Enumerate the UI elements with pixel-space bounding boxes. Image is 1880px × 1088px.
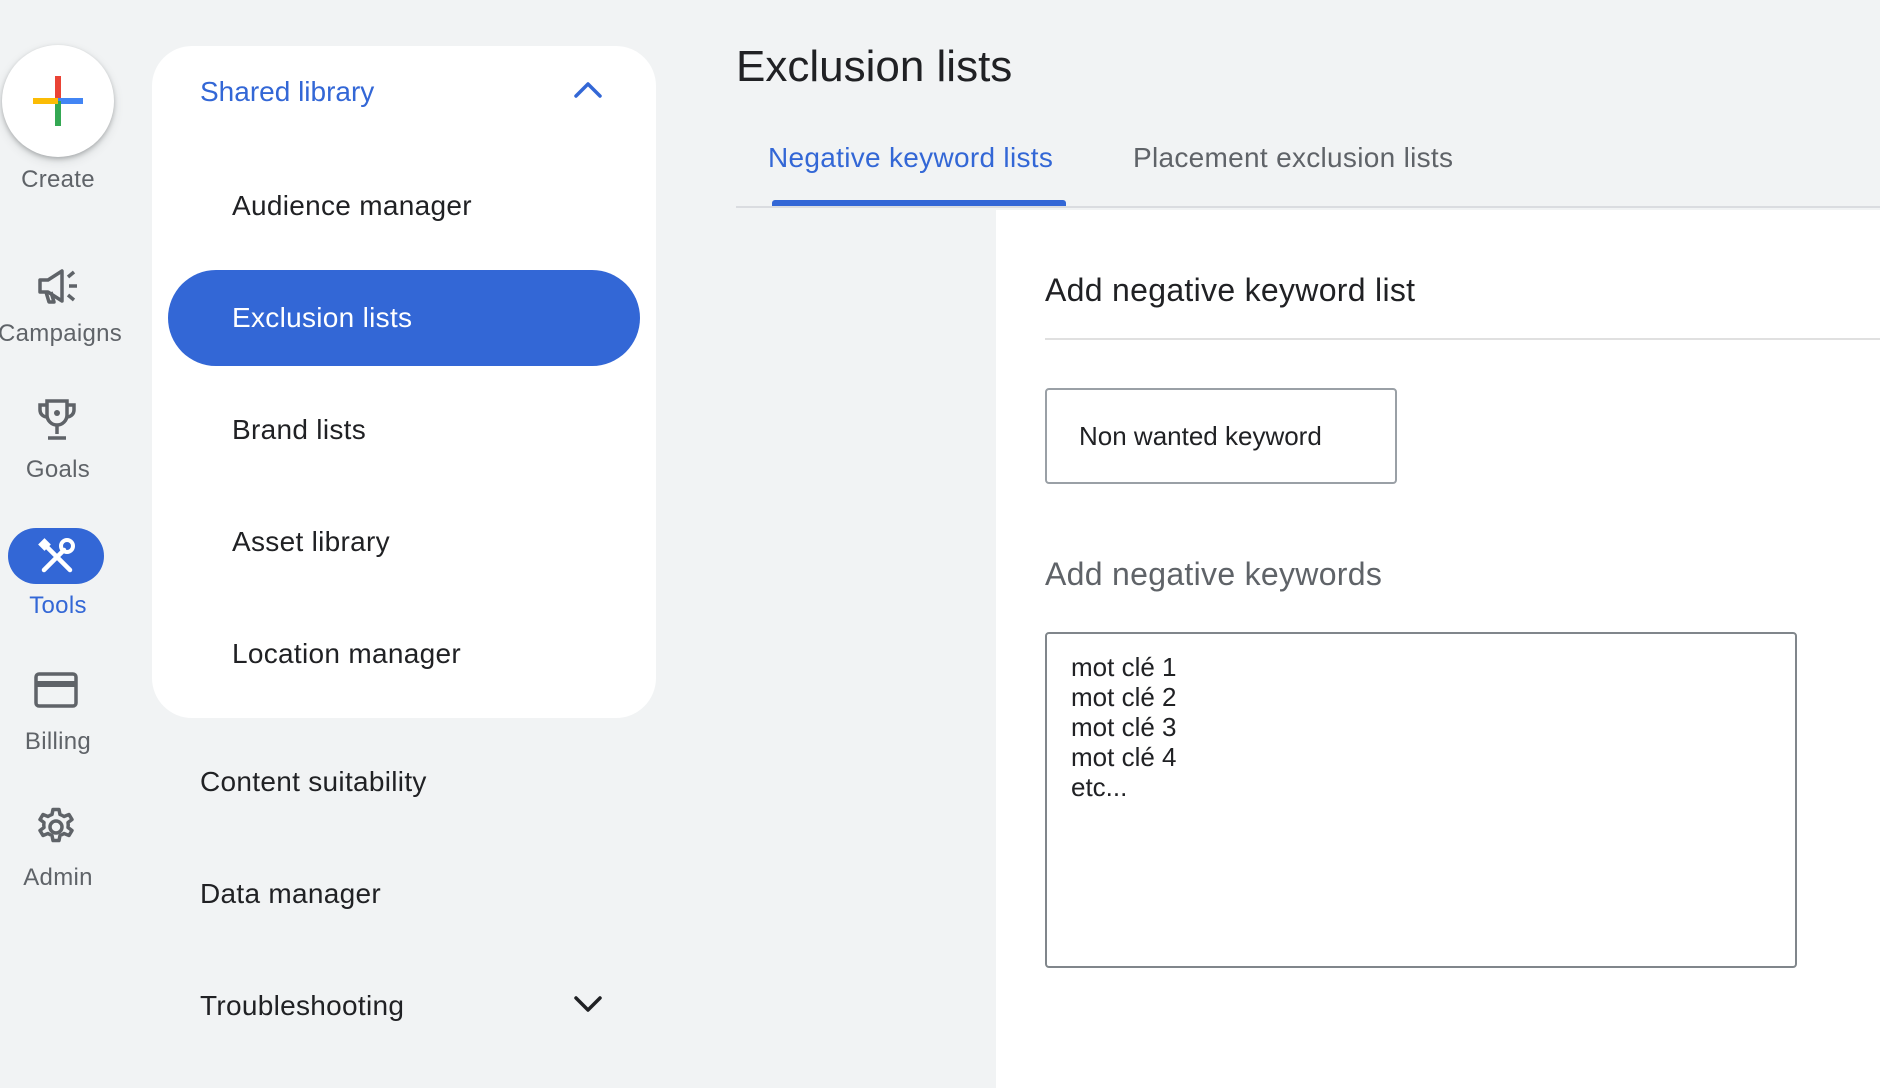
rail-item-label: Campaigns bbox=[0, 320, 123, 347]
create-label: Create bbox=[21, 166, 95, 193]
rail-item-label: Billing bbox=[24, 728, 92, 755]
list-name-input[interactable] bbox=[1045, 388, 1397, 484]
tab-negative-keyword-lists[interactable]: Negative keyword lists bbox=[768, 142, 1053, 174]
nav-item-data-manager[interactable]: Data manager bbox=[200, 878, 381, 910]
left-rail: Create Campaigns Goals Tools Billing Adm… bbox=[0, 0, 123, 1088]
card-title: Add negative keyword list bbox=[1045, 272, 1416, 308]
tools-icon bbox=[38, 538, 75, 573]
page-title: Exclusion lists bbox=[736, 42, 1013, 91]
create-button[interactable] bbox=[2, 45, 114, 157]
nav-header-shared-library[interactable]: Shared library bbox=[200, 76, 374, 108]
tabs-divider bbox=[736, 206, 1880, 208]
nav-item-content-suitability[interactable]: Content suitability bbox=[200, 766, 427, 798]
chevron-up-icon[interactable] bbox=[572, 80, 604, 100]
credit-card-icon bbox=[34, 672, 78, 708]
tools-active-pill bbox=[8, 528, 104, 584]
negative-keywords-textarea[interactable]: mot clé 1 mot clé 2 mot clé 3 mot clé 4 … bbox=[1045, 632, 1797, 968]
gear-icon bbox=[38, 807, 74, 843]
tab-placement-exclusion-lists[interactable]: Placement exclusion lists bbox=[1133, 142, 1453, 174]
nav-item-brand-lists[interactable]: Brand lists bbox=[232, 414, 366, 446]
card-divider bbox=[1045, 338, 1880, 340]
keywords-label: Add negative keywords bbox=[1045, 556, 1383, 592]
nav-item-audience-manager[interactable]: Audience manager bbox=[232, 190, 472, 222]
shared-library-panel bbox=[152, 46, 656, 718]
megaphone-icon bbox=[38, 269, 77, 304]
nav-item-troubleshooting[interactable]: Troubleshooting bbox=[200, 990, 404, 1022]
rail-item-label: Admin bbox=[23, 864, 93, 891]
nav-item-label: Exclusion lists bbox=[232, 302, 413, 333]
nav-item-location-manager[interactable]: Location manager bbox=[232, 638, 461, 670]
nav-item-asset-library[interactable]: Asset library bbox=[232, 526, 390, 558]
chevron-down-icon[interactable] bbox=[572, 994, 604, 1014]
trophy-icon bbox=[38, 399, 76, 440]
rail-item-label: Goals bbox=[25, 456, 91, 483]
nav-item-exclusion-lists[interactable]: Exclusion lists bbox=[168, 270, 640, 366]
plus-icon bbox=[33, 76, 83, 126]
rail-item-label: Tools bbox=[29, 592, 87, 619]
